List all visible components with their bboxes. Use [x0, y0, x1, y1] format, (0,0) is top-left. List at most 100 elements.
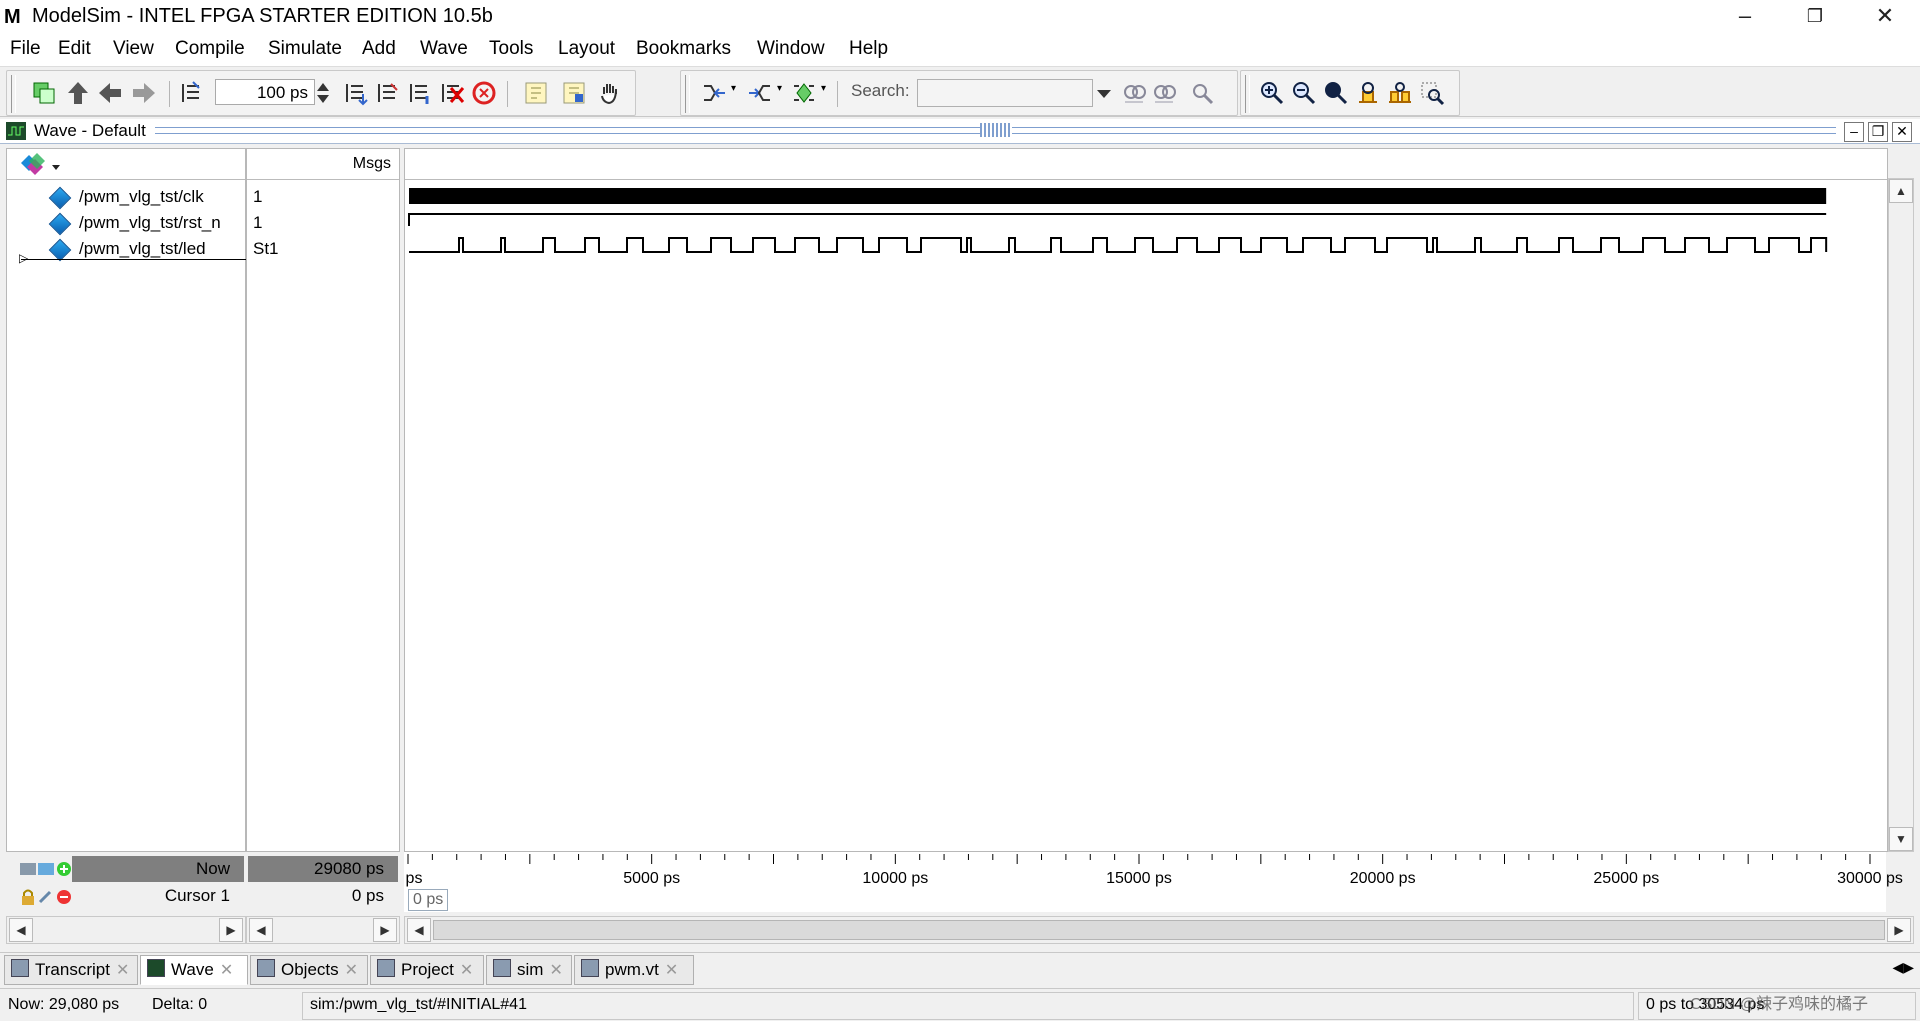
run-icon[interactable] — [179, 80, 205, 106]
chevron-down-icon[interactable]: ▾ — [821, 83, 826, 94]
tab-close-icon[interactable]: ✕ — [220, 962, 233, 979]
find-next-transition-icon[interactable] — [747, 80, 773, 106]
menu-add[interactable]: Add — [362, 38, 396, 60]
scroll-right-icon[interactable]: ▶ — [373, 918, 397, 942]
zoom-out-icon[interactable] — [1291, 80, 1317, 106]
chevron-down-icon[interactable]: ▾ — [777, 83, 782, 94]
hscroll-thumb[interactable] — [433, 920, 1885, 940]
panel-close-button[interactable]: ✕ — [1892, 122, 1912, 142]
run-length-input[interactable]: 100 ps — [215, 79, 315, 105]
name-pane-hscrollbar[interactable]: ◀ ▶ — [6, 916, 246, 944]
scroll-right-icon[interactable]: ▶ — [1887, 918, 1911, 942]
status-bar: Now: 29,080 ps Delta: 0 sim:/pwm_vlg_tst… — [0, 988, 1920, 1021]
menu-compile[interactable]: Compile — [175, 38, 245, 60]
menu-tools[interactable]: Tools — [489, 38, 533, 60]
up-arrow-icon[interactable] — [65, 80, 91, 106]
tab-close-icon[interactable]: ✕ — [665, 962, 678, 979]
close-button[interactable]: ✕ — [1850, 0, 1920, 34]
waveform-vertical-scrollbar[interactable]: ▲ ▼ — [1888, 178, 1914, 852]
run-length-spinner-icon[interactable] — [315, 80, 331, 106]
zoom-region-icon[interactable] — [1419, 80, 1445, 106]
scroll-left-icon[interactable]: ◀ — [9, 918, 33, 942]
menu-help[interactable]: Help — [849, 38, 888, 60]
drag-handle[interactable] — [980, 123, 1012, 137]
waveform-canvas[interactable] — [405, 180, 1887, 850]
wave-icon — [6, 122, 26, 140]
search-dropdown-icon[interactable] — [1093, 80, 1115, 106]
object-type-filter-icon[interactable] — [21, 153, 63, 175]
zoom-full-icon[interactable] — [1323, 80, 1349, 106]
tab-close-icon[interactable]: ✕ — [460, 962, 473, 979]
find-previous-transition-icon[interactable] — [701, 80, 727, 106]
tab-close-icon[interactable]: ✕ — [116, 962, 129, 979]
scroll-left-icon[interactable]: ◀ — [249, 918, 273, 942]
axis-tick-label: 5000 ps — [623, 870, 681, 887]
search-next-icon[interactable] — [1151, 80, 1177, 106]
tab-close-icon[interactable]: ✕ — [549, 962, 562, 979]
continue-run-icon[interactable] — [375, 80, 401, 106]
menu-wave[interactable]: Wave — [420, 38, 468, 60]
step-icon[interactable] — [523, 80, 549, 106]
tab-close-icon[interactable]: ✕ — [345, 962, 358, 979]
zoom-in-on-active-cursor-icon[interactable] — [1355, 80, 1381, 106]
tab-transcript[interactable]: Transcript ✕ — [4, 955, 138, 985]
break-icon[interactable] — [439, 80, 465, 106]
zoom-in-icon[interactable] — [1259, 80, 1285, 106]
now-value: 29080 ps — [248, 856, 398, 882]
rst-n-waveform[interactable] — [408, 213, 1827, 226]
scroll-down-icon[interactable]: ▼ — [1889, 827, 1913, 851]
menu-window[interactable]: Window — [757, 38, 825, 60]
toolbar-grip[interactable] — [685, 75, 690, 113]
run-minus-all-icon[interactable] — [407, 80, 433, 106]
signal-row[interactable]: /pwm_vlg_tst/led — [7, 237, 245, 262]
menu-layout[interactable]: Layout — [558, 38, 615, 60]
signal-row[interactable]: /pwm_vlg_tst/clk — [7, 185, 245, 210]
signal-row[interactable]: /pwm_vlg_tst/rst_n — [7, 211, 245, 236]
menu-file[interactable]: File — [10, 38, 41, 60]
minimize-button[interactable]: – — [1710, 0, 1780, 34]
toolbar-grip[interactable] — [1245, 75, 1250, 113]
menu-bar: File Edit View Compile Simulate Add Wave… — [0, 34, 1920, 67]
run-all-icon[interactable] — [343, 80, 369, 106]
hand-pan-icon[interactable] — [597, 80, 623, 106]
waveform-hscrollbar[interactable]: ◀ ▶ — [404, 916, 1914, 944]
tab-scroll-arrows-icon[interactable]: ◀▶ — [1892, 959, 1914, 976]
menu-view[interactable]: View — [113, 38, 154, 60]
search-options-icon[interactable] — [1189, 80, 1215, 106]
insert-cursor-icon[interactable] — [791, 80, 817, 106]
zoom-between-cursors-icon[interactable] — [1387, 80, 1413, 106]
tab-wave[interactable]: Wave ✕ — [140, 955, 248, 985]
wave-panel-header: Wave - Default – ❐ ✕ — [0, 119, 1920, 144]
value-pane-hscrollbar[interactable]: ◀ ▶ — [246, 916, 400, 944]
restore-button[interactable]: ❐ — [1780, 0, 1850, 34]
insertion-marker-icon: ▷ — [19, 251, 29, 265]
cursor-toolbar-icon[interactable] — [20, 860, 72, 878]
scroll-right-icon[interactable]: ▶ — [219, 918, 243, 942]
panel-minimize-button[interactable]: – — [1844, 122, 1864, 142]
project-icon — [377, 959, 395, 977]
tab-project[interactable]: Project ✕ — [370, 955, 484, 985]
scroll-left-icon[interactable]: ◀ — [407, 918, 431, 942]
clk-waveform[interactable] — [409, 188, 1827, 204]
search-previous-icon[interactable] — [1121, 80, 1147, 106]
led-waveform[interactable] — [409, 237, 1828, 253]
cursor-time-flag[interactable]: 0 ps — [408, 889, 449, 911]
menu-edit[interactable]: Edit — [58, 38, 91, 60]
simulation-toolbar-group: 100 ps — [6, 70, 636, 116]
search-input[interactable] — [917, 79, 1093, 107]
toolbar-grip[interactable] — [11, 75, 16, 113]
step-over-icon[interactable] — [561, 80, 587, 106]
forward-arrow-icon[interactable] — [131, 80, 157, 106]
panel-undock-button[interactable]: ❐ — [1868, 122, 1888, 142]
back-arrow-icon[interactable] — [97, 80, 123, 106]
menu-bookmarks[interactable]: Bookmarks — [636, 38, 731, 60]
scroll-up-icon[interactable]: ▲ — [1889, 179, 1913, 203]
menu-simulate[interactable]: Simulate — [268, 38, 342, 60]
lock-cursor-icon[interactable] — [20, 888, 72, 906]
stop-icon[interactable] — [471, 80, 497, 106]
tab-objects[interactable]: Objects ✕ — [250, 955, 368, 985]
tab-pwm-vt[interactable]: pwm.vt ✕ — [574, 955, 694, 985]
tab-sim[interactable]: sim ✕ — [486, 955, 572, 985]
chevron-down-icon[interactable]: ▾ — [731, 83, 736, 94]
restart-icon[interactable] — [31, 80, 57, 106]
